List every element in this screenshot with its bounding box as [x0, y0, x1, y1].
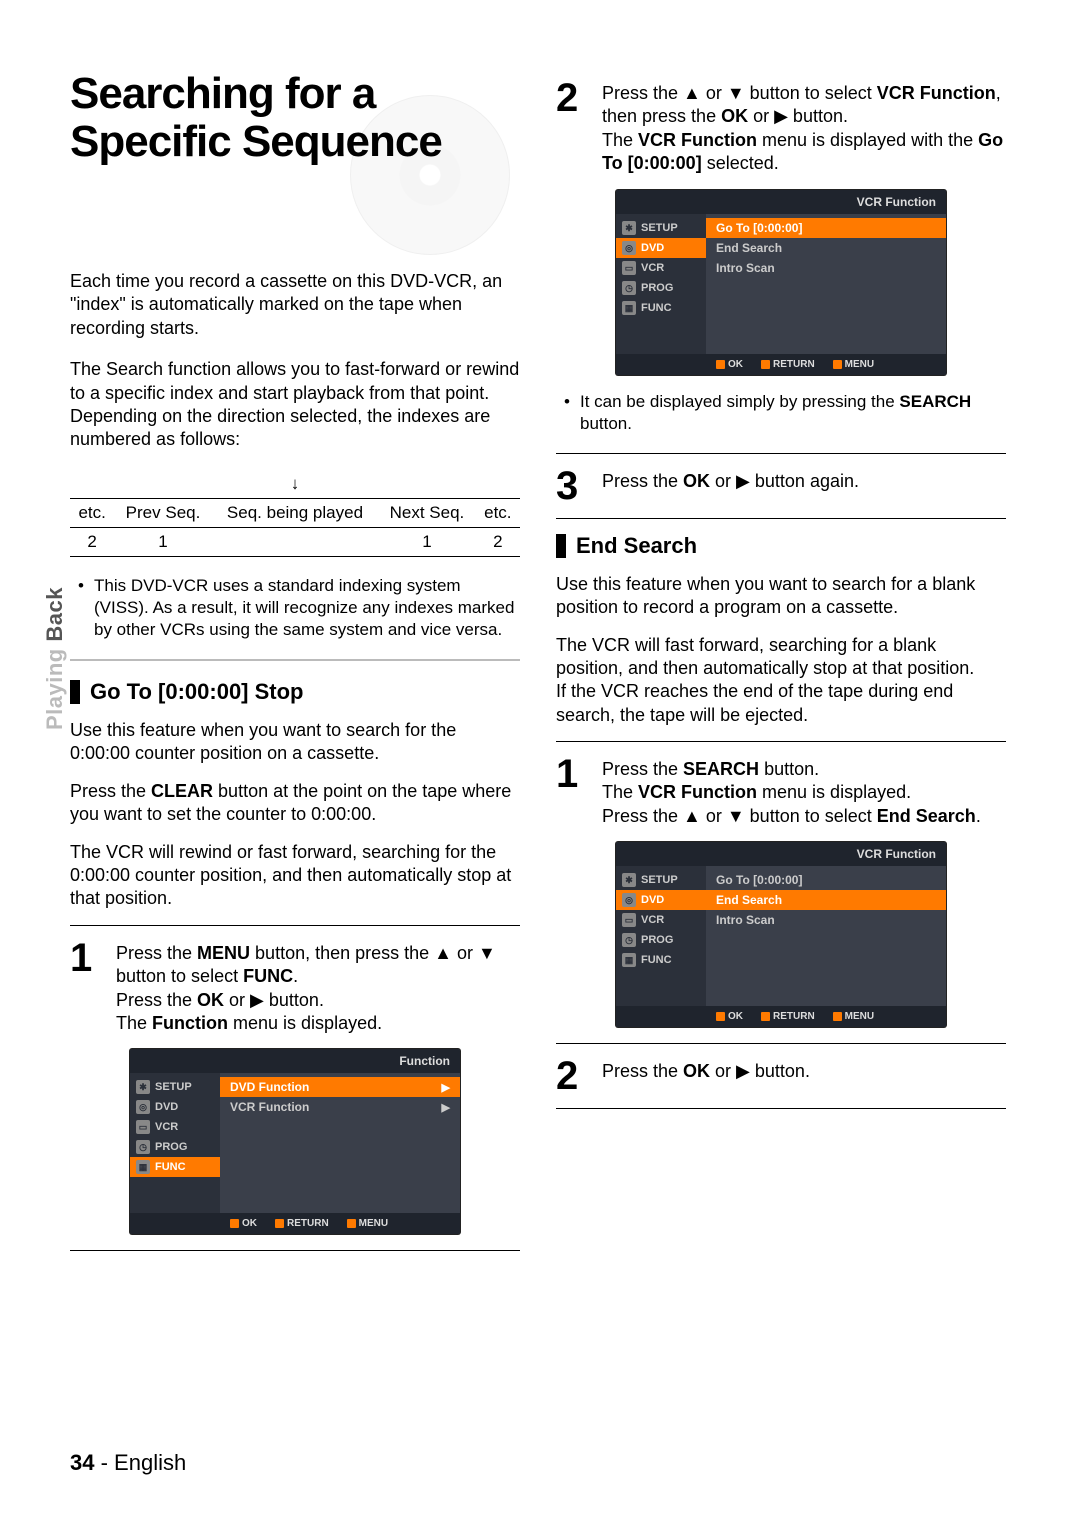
osd-vcr-function-endsearch: VCR Function ✱SETUP ◎DVD ▭VCR ◷PROG ▦FUN…	[616, 842, 946, 1027]
step-1-text: Press the MENU button, then press the ▲ …	[116, 940, 520, 1036]
vcr-icon: ▭	[622, 261, 636, 275]
index-table: ↓ etc. Prev Seq. Seq. being played Next …	[70, 470, 520, 557]
grid-icon: ▦	[136, 1160, 150, 1174]
osd-vcr-function-goto: VCR Function ✱SETUP ◎DVD ▭VCR ◷PROG ▦FUN…	[616, 190, 946, 375]
page-language: English	[114, 1450, 186, 1475]
osd-side-func: ▦FUNC	[130, 1157, 220, 1177]
grid-icon: ▦	[622, 301, 636, 315]
step-number: 3	[556, 468, 592, 504]
intro-para-2: The Search function allows you to fast-f…	[70, 358, 520, 452]
osd-title: VCR Function	[616, 842, 946, 866]
clock-icon: ◷	[622, 281, 636, 295]
menu-icon	[347, 1219, 356, 1228]
idx-h1: Prev Seq.	[114, 498, 211, 527]
left-column: Searching for a Specific Sequence Each t…	[70, 70, 520, 1265]
gear-icon: ✱	[136, 1080, 150, 1094]
osd-sidebar: ✱SETUP ◎DVD ▭VCR ◷PROG ▦FUNC	[130, 1073, 220, 1213]
divider	[556, 1108, 1006, 1109]
ok-icon	[230, 1219, 239, 1228]
step-number: 2	[556, 80, 592, 176]
gear-icon: ✱	[622, 221, 636, 235]
chevron-right-icon: ▶	[442, 1081, 450, 1094]
chevron-right-icon: ▶	[442, 1101, 450, 1114]
title-block: Searching for a Specific Sequence	[70, 70, 520, 220]
osd-row-introscan: Intro Scan	[706, 258, 946, 278]
osd-row-endsearch: End Search	[706, 238, 946, 258]
subhead-goto: Go To [0:00:00] Stop	[70, 679, 520, 705]
divider	[70, 659, 520, 661]
idx-h4: etc.	[476, 498, 520, 527]
grid-icon: ▦	[622, 953, 636, 967]
side-tab-dark: Back	[42, 587, 67, 642]
divider	[70, 925, 520, 926]
step-2: 2 Press the ▲ or ▼ button to select VCR …	[556, 80, 1006, 176]
idx-v2: 1	[114, 527, 211, 556]
osd-row-goto: Go To [0:00:00]	[706, 218, 946, 238]
idx-h2: Seq. being played	[212, 498, 379, 527]
step-3-text: Press the OK or ▶ button again.	[602, 468, 1006, 504]
clock-icon: ◷	[136, 1140, 150, 1154]
goto-p3: The VCR will rewind or fast forward, sea…	[70, 841, 520, 911]
divider	[556, 1043, 1006, 1044]
page-title: Searching for a Specific Sequence	[70, 70, 520, 165]
search-note: It can be displayed simply by pressing t…	[556, 391, 1006, 435]
end-step-1-text: Press the SEARCH button. The VCR Functio…	[602, 756, 1006, 828]
osd-side-dvd: ◎DVD	[130, 1097, 220, 1117]
osd-row-goto: Go To [0:00:00]	[706, 870, 946, 890]
end-step-2: 2 Press the OK or ▶ button.	[556, 1058, 1006, 1094]
step-1: 1 Press the MENU button, then press the …	[70, 940, 520, 1036]
divider	[70, 1250, 520, 1251]
osd-row-dvd-function: DVD Function▶	[220, 1077, 460, 1097]
osd-side-setup: ✱SETUP	[130, 1077, 220, 1097]
end-p2: The VCR will fast forward, searching for…	[556, 634, 1006, 728]
goto-p2: Press the CLEAR button at the point on t…	[70, 780, 520, 827]
step-number: 1	[70, 940, 106, 1036]
subhead-endsearch: End Search	[556, 533, 1006, 559]
end-step-1: 1 Press the SEARCH button. The VCR Funct…	[556, 756, 1006, 828]
osd-function-menu: Function ✱SETUP ◎DVD ▭VCR ◷PROG ▦FUNC DV…	[130, 1049, 460, 1234]
side-tab: Playing Back	[42, 587, 68, 730]
page-number: 34	[70, 1450, 94, 1475]
osd-row-introscan: Intro Scan	[706, 910, 946, 930]
vcr-icon: ▭	[136, 1120, 150, 1134]
page-footer: 34 - English	[70, 1450, 186, 1476]
idx-arrow: ↓	[212, 470, 379, 499]
idx-h0: etc.	[70, 498, 114, 527]
osd-side-prog: ◷PROG	[130, 1137, 220, 1157]
subhead-endsearch-text: End Search	[576, 533, 697, 559]
vcr-icon: ▭	[622, 913, 636, 927]
osd-row-endsearch: End Search	[706, 890, 946, 910]
viss-note: This DVD-VCR uses a standard indexing sy…	[70, 575, 520, 641]
idx-v1: 2	[70, 527, 114, 556]
clock-icon: ◷	[622, 933, 636, 947]
idx-v4: 2	[476, 527, 520, 556]
idx-v3: 1	[378, 527, 475, 556]
end-p1: Use this feature when you want to search…	[556, 573, 1006, 620]
dvd-icon: ◎	[136, 1100, 150, 1114]
osd-title: Function	[130, 1049, 460, 1073]
osd-row-vcr-function: VCR Function▶	[220, 1097, 460, 1117]
dvd-icon: ◎	[622, 893, 636, 907]
subhead-goto-text: Go To [0:00:00] Stop	[90, 679, 304, 705]
osd-main: DVD Function▶ VCR Function▶	[220, 1073, 460, 1213]
side-tab-light: Playing	[42, 642, 67, 730]
return-icon	[275, 1219, 284, 1228]
divider	[556, 518, 1006, 519]
right-column: 2 Press the ▲ or ▼ button to select VCR …	[556, 70, 1006, 1265]
osd-footer: OK RETURN MENU	[130, 1213, 460, 1234]
step-number: 1	[556, 756, 592, 828]
osd-title: VCR Function	[616, 190, 946, 214]
end-step-2-text: Press the OK or ▶ button.	[602, 1058, 1006, 1094]
gear-icon: ✱	[622, 873, 636, 887]
step-3: 3 Press the OK or ▶ button again.	[556, 468, 1006, 504]
intro-para-1: Each time you record a cassette on this …	[70, 270, 520, 340]
step-number: 2	[556, 1058, 592, 1094]
divider	[556, 453, 1006, 454]
goto-p1: Use this feature when you want to search…	[70, 719, 520, 766]
dvd-icon: ◎	[622, 241, 636, 255]
step-2-text: Press the ▲ or ▼ button to select VCR Fu…	[602, 80, 1006, 176]
osd-side-vcr: ▭VCR	[130, 1117, 220, 1137]
divider	[556, 741, 1006, 742]
idx-h3: Next Seq.	[378, 498, 475, 527]
